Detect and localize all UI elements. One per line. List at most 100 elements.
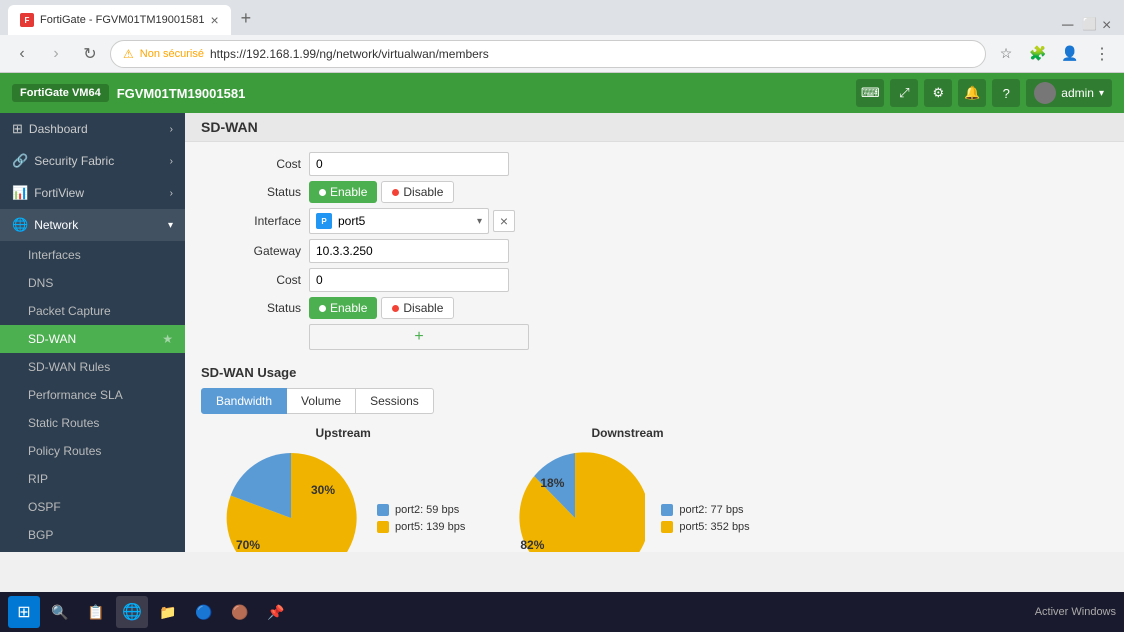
upstream-pie: 30% 70%	[221, 448, 361, 552]
select-arrow: ▾	[477, 216, 482, 227]
form-row-gateway: Gateway	[201, 239, 1108, 263]
downstream-chart-container: Downstream 18%	[505, 426, 749, 552]
taskbar-task-btn[interactable]: 📋	[80, 596, 112, 628]
taskbar-icon2-btn[interactable]: 🟤	[224, 596, 256, 628]
status1-label: Status	[201, 185, 301, 199]
legend-color-blue	[377, 504, 389, 516]
profile-btn[interactable]: 👤	[1056, 40, 1084, 68]
header-icons: ⌨ ⤢ ⚙ 🔔 ? admin ▾	[856, 79, 1112, 107]
expand-btn[interactable]: ⤢	[890, 79, 918, 107]
taskbar-icon1-btn[interactable]: 🔵	[188, 596, 220, 628]
security-fabric-icon: 🔗	[12, 153, 28, 169]
updates-btn[interactable]: 🔔	[958, 79, 986, 107]
disable1-label: Disable	[403, 185, 443, 199]
tab-title: FortiGate - FGVM01TM19001581	[40, 14, 204, 26]
extensions-btn[interactable]: 🧩	[1024, 40, 1052, 68]
taskbar: ⊞ 🔍 📋 🌐 📁 🔵 🟤 📌 Activer Windows	[0, 592, 1124, 632]
sidebar-item-policy-routes[interactable]: Policy Routes	[0, 437, 185, 465]
browser-chrome: F FortiGate - FGVM01TM19001581 × + ─ ⬜ ×	[0, 0, 1124, 35]
taskbar-start-btn[interactable]: ⊞	[8, 596, 40, 628]
sidebar-item-interfaces[interactable]: Interfaces	[0, 241, 185, 269]
cost1-input[interactable]	[309, 152, 509, 176]
enable2-dot	[319, 305, 326, 312]
taskbar-edge-btn[interactable]: 🌐	[116, 596, 148, 628]
interface-label: Interface	[201, 214, 301, 228]
disable2-btn[interactable]: Disable	[381, 297, 454, 319]
tab-volume[interactable]: Volume	[287, 388, 356, 414]
address-bar[interactable]: ⚠ Non sécurisé https://192.168.1.99/ng/n…	[110, 40, 986, 68]
upstream-legend-port2: port2: 59 bps	[377, 504, 465, 516]
restore-btn[interactable]: ⬜	[1082, 17, 1096, 31]
sidebar-item-static-routes[interactable]: Static Routes	[0, 409, 185, 437]
sidebar-item-performance-sla[interactable]: Performance SLA	[0, 381, 185, 409]
upstream-label-yellow: 70%	[236, 538, 260, 552]
content-area: SD-WAN Cost Status Enable	[185, 113, 1124, 552]
legend-color-yellow2	[661, 521, 673, 533]
gateway-input[interactable]	[309, 239, 509, 263]
sidebar-item-security-fabric[interactable]: 🔗 Security Fabric ›	[0, 145, 185, 177]
downstream-chart-wrapper: 18% 82% port2: 77 bps	[505, 448, 749, 552]
new-tab-btn[interactable]: +	[231, 4, 262, 33]
downstream-label-yellow: 82%	[520, 538, 544, 552]
usage-section: SD-WAN Usage Bandwidth Volume Sessions U…	[185, 359, 1124, 552]
cost2-input[interactable]	[309, 268, 509, 292]
interface-delete-btn[interactable]: ×	[493, 210, 515, 232]
reload-btn[interactable]: ↻	[76, 40, 104, 68]
back-btn[interactable]: ‹	[8, 40, 36, 68]
taskbar-icon3-btn[interactable]: 📌	[260, 596, 292, 628]
legend-color-blue2	[661, 504, 673, 516]
taskbar-explorer-btn[interactable]: 📁	[152, 596, 184, 628]
app-header: FortiGate VM64 FGVM01TM19001581 ⌨ ⤢ ⚙ 🔔 …	[0, 73, 1124, 113]
tab-bandwidth[interactable]: Bandwidth	[201, 388, 287, 414]
close-btn[interactable]: ×	[1102, 17, 1116, 31]
sidebar-label-policy-routes: Policy Routes	[28, 444, 101, 458]
sidebar-item-fortiview[interactable]: 📊 FortiView ›	[0, 177, 185, 209]
sidebar-item-ospf[interactable]: OSPF	[0, 493, 185, 521]
taskbar-edge-icon: 🌐	[122, 602, 142, 622]
form-row-cost2: Cost	[201, 268, 1108, 292]
sidebar-label-security-fabric: Security Fabric	[34, 154, 114, 168]
sidebar-item-rip[interactable]: RIP	[0, 465, 185, 493]
admin-btn[interactable]: admin ▾	[1026, 79, 1112, 107]
sidebar-item-network[interactable]: 🌐 Network ▾	[0, 209, 185, 241]
form-row-status1: Status Enable Disable	[201, 181, 1108, 203]
close-icon[interactable]: ×	[210, 12, 218, 28]
usage-title: SD-WAN Usage	[201, 365, 1108, 380]
sidebar-label-dns: DNS	[28, 276, 53, 290]
menu-btn[interactable]: ⋮	[1088, 40, 1116, 68]
downstream-legend-port2: port2: 77 bps	[661, 504, 749, 516]
forward-btn[interactable]: ›	[42, 40, 70, 68]
interface-select[interactable]: P port5 ▾	[309, 208, 489, 234]
enable1-btn[interactable]: Enable	[309, 181, 377, 203]
enable2-btn[interactable]: Enable	[309, 297, 377, 319]
sidebar-item-multicast[interactable]: Multicast	[0, 549, 185, 552]
taskbar-icon3: 📌	[267, 604, 284, 621]
sidebar-item-dashboard[interactable]: ⊞ Dashboard ›	[0, 113, 185, 145]
sidebar-item-bgp[interactable]: BGP	[0, 521, 185, 549]
upstream-chart-container: Upstream 30% 70	[221, 426, 465, 552]
settings-btn[interactable]: ⚙	[924, 79, 952, 107]
admin-label: admin	[1061, 86, 1094, 100]
terminal-btn[interactable]: ⌨	[856, 79, 884, 107]
sidebar: ⊞ Dashboard › 🔗 Security Fabric › 📊 Fort…	[0, 113, 185, 552]
add-member-btn[interactable]: +	[309, 324, 529, 350]
sidebar-item-dns[interactable]: DNS	[0, 269, 185, 297]
sidebar-item-packet-capture[interactable]: Packet Capture	[0, 297, 185, 325]
sidebar-item-sd-wan[interactable]: SD-WAN ★	[0, 325, 185, 353]
support-btn[interactable]: ?	[992, 79, 1020, 107]
disable1-btn[interactable]: Disable	[381, 181, 454, 203]
admin-arrow: ▾	[1099, 88, 1104, 99]
minimize-btn[interactable]: ─	[1062, 17, 1076, 31]
upstream-port2-label: port2: 59 bps	[395, 504, 459, 516]
sidebar-item-sd-wan-rules[interactable]: SD-WAN Rules	[0, 353, 185, 381]
taskbar-search-btn[interactable]: 🔍	[44, 596, 76, 628]
bookmark-btn[interactable]: ☆	[992, 40, 1020, 68]
sidebar-label-bgp: BGP	[28, 528, 53, 542]
upstream-chart-wrapper: 30% 70% port2: 59 bps	[221, 448, 465, 552]
app-logo: FortiGate VM64	[12, 84, 109, 102]
browser-tab[interactable]: F FortiGate - FGVM01TM19001581 ×	[8, 5, 231, 35]
taskbar-icon1: 🔵	[195, 604, 212, 621]
main-layout: ⊞ Dashboard › 🔗 Security Fabric › 📊 Fort…	[0, 113, 1124, 552]
sidebar-label-sd-wan: SD-WAN	[28, 332, 76, 346]
tab-sessions[interactable]: Sessions	[356, 388, 434, 414]
